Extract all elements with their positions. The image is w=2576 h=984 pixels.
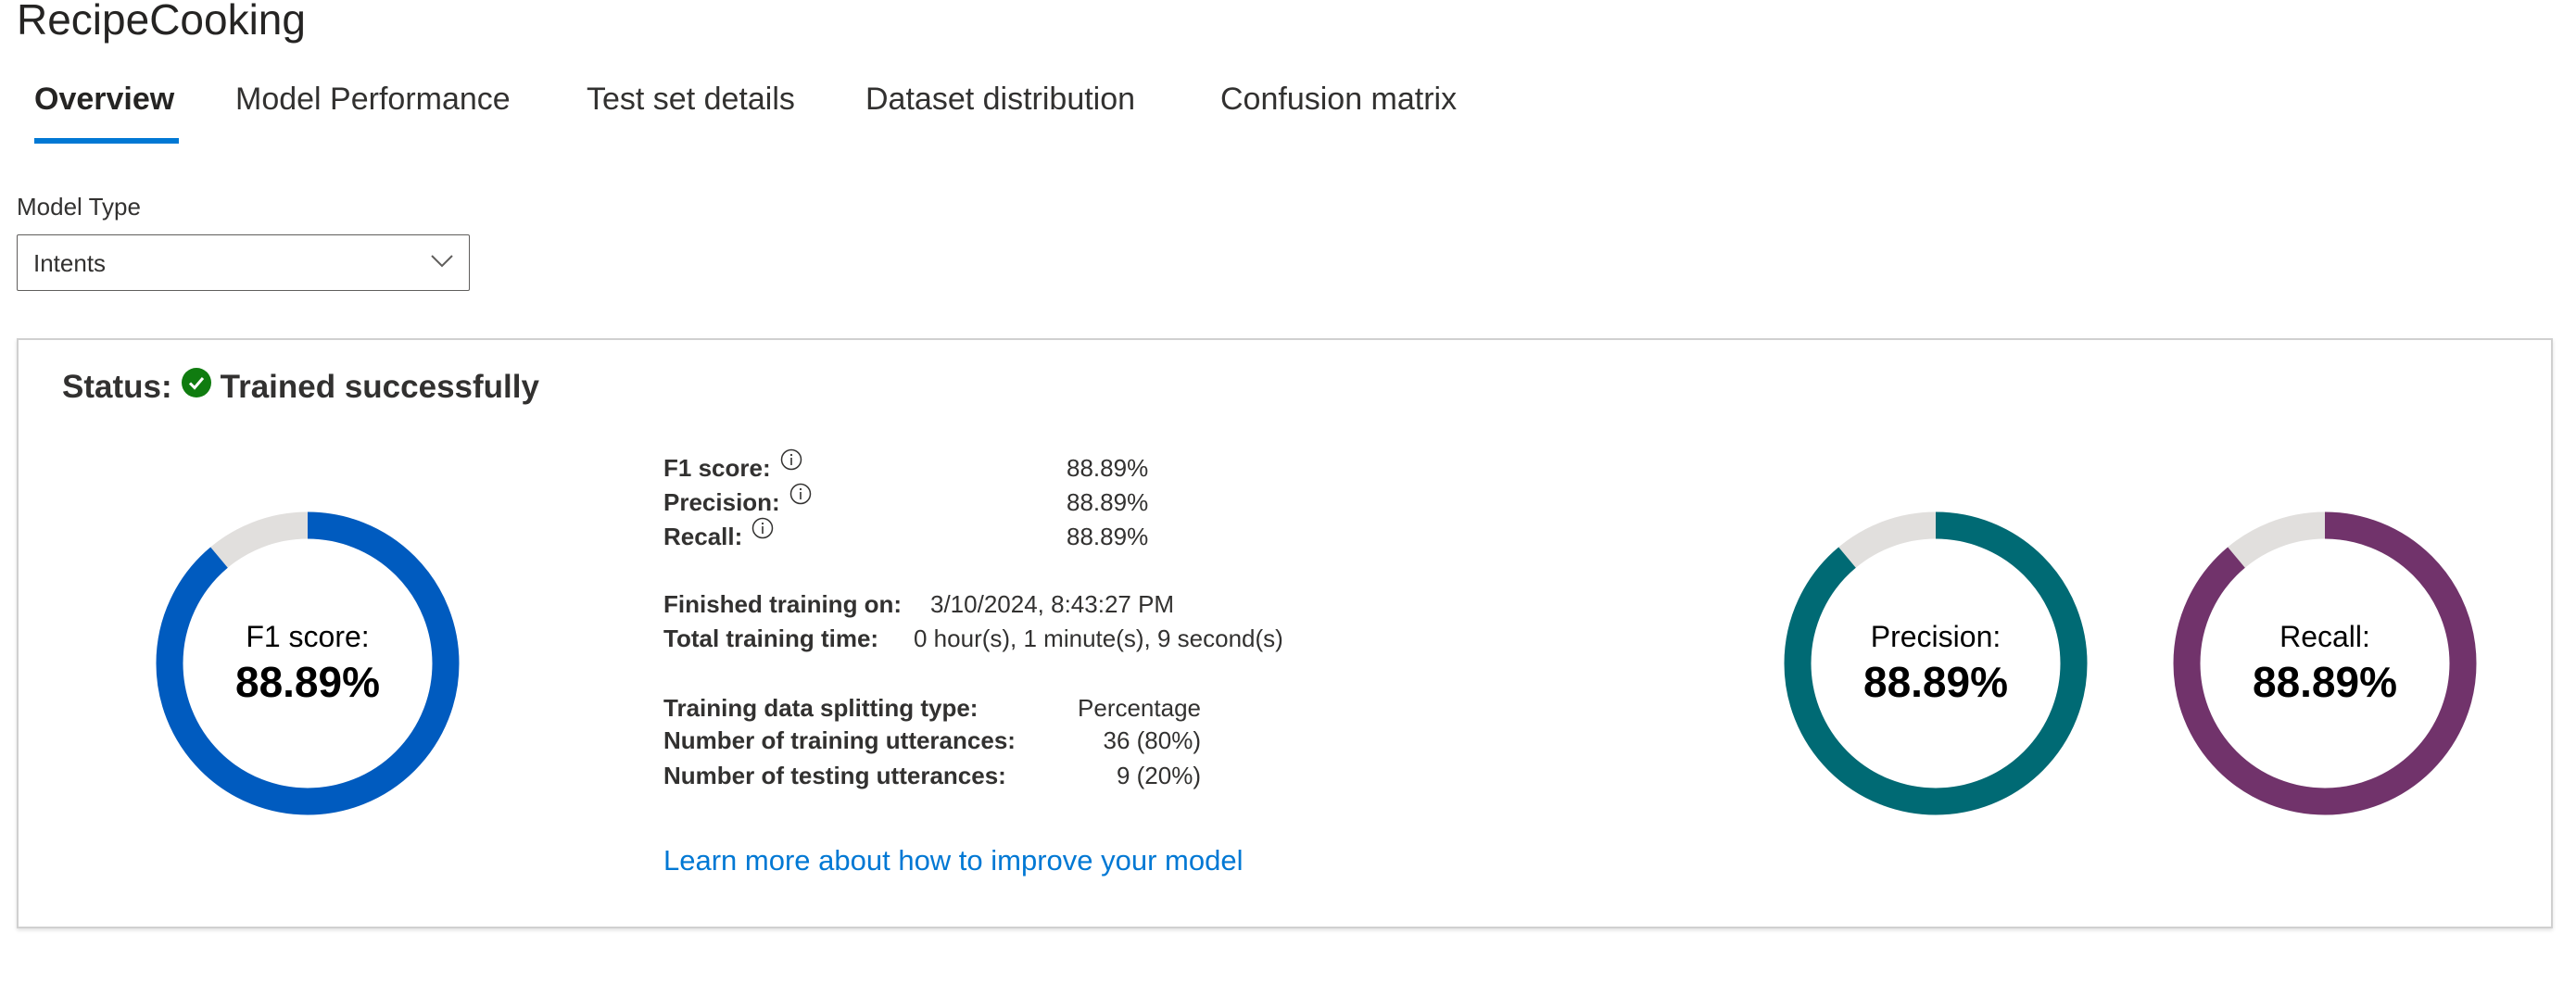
metric-row-f1: F1 score: [663, 448, 802, 483]
testing-utterances-label: Number of testing utterances: [663, 762, 1006, 789]
finished-training-value: 3/10/2024, 8:43:27 PM [930, 590, 1175, 618]
finished-training-label: Finished training on: [663, 590, 903, 618]
donut-label: F1 score: [246, 620, 370, 653]
model-type-selected: Intents [33, 249, 107, 277]
status-line: Status: Trained successfully [62, 368, 539, 406]
status-label: Status: [62, 368, 172, 405]
tab-test-set-details[interactable]: Test set details [587, 82, 795, 118]
metric-label: F1 score: [663, 454, 771, 482]
model-type-label: Model Type [17, 193, 141, 221]
check-circle-icon [181, 368, 211, 406]
metric-value: 88.89% [1067, 523, 1149, 550]
tab-model-performance[interactable]: Model Performance [235, 82, 511, 118]
info-icon[interactable] [751, 517, 774, 546]
testing-utterances-value: 9 (20%) [1116, 762, 1201, 789]
training-utterances-value: 36 (80%) [1103, 726, 1202, 754]
donut-label: Precision: [1870, 620, 2001, 653]
metric-label: Recall: [663, 523, 743, 550]
donut-value: 88.89% [234, 658, 380, 706]
training-time-value: 0 hour(s), 1 minute(s), 9 second(s) [914, 624, 1283, 652]
tab-confusion-matrix[interactable]: Confusion matrix [1220, 82, 1457, 118]
page-title: RecipeCooking [17, 0, 306, 44]
metric-value: 88.89% [1067, 454, 1149, 482]
split-type-label: Training data splitting type: [663, 694, 979, 722]
metric-value: 88.89% [1067, 488, 1149, 516]
split-type-value: Percentage [1078, 694, 1201, 722]
metric-row-precision: Precision: [663, 483, 812, 517]
training-time-label: Total training time: [663, 624, 879, 652]
tab-dataset-distribution[interactable]: Dataset distribution [865, 82, 1135, 118]
recall-donut: Recall: 88.89% [2172, 511, 2478, 816]
status-value: Trained successfully [220, 368, 539, 405]
chevron-down-icon [428, 246, 456, 279]
model-type-dropdown[interactable]: Intents [17, 234, 470, 291]
tab-overview[interactable]: Overview [34, 82, 174, 118]
f1-score-donut: F1 score: 88.89% [155, 511, 461, 816]
info-icon[interactable] [789, 483, 812, 511]
precision-donut: Precision: 88.89% [1783, 511, 2089, 816]
learn-more-link[interactable]: Learn more about how to improve your mod… [663, 844, 1244, 877]
donut-value: 88.89% [2252, 658, 2397, 706]
donut-label: Recall: [2279, 620, 2370, 653]
info-icon[interactable] [780, 448, 802, 477]
training-utterances-label: Number of training utterances: [663, 726, 1016, 754]
active-tab-indicator [34, 138, 179, 144]
donut-value: 88.89% [1863, 658, 2008, 706]
metric-label: Precision: [663, 488, 780, 516]
metric-row-recall: Recall: [663, 517, 774, 551]
